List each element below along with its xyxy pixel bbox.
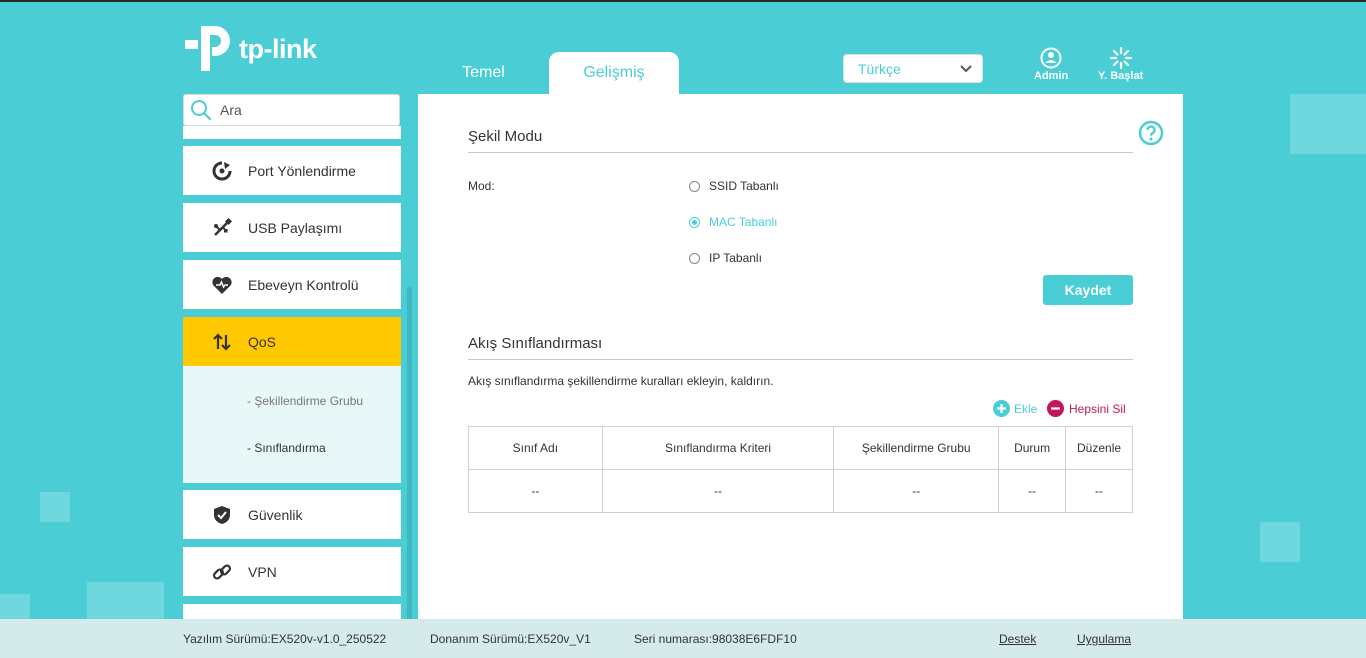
shield-icon (207, 505, 237, 525)
sidebar-subitem-shaping-group[interactable]: - Şekillendirme Grubu (247, 394, 363, 408)
qos-submenu: - Şekillendirme Grubu - Sınıflandırma (183, 366, 401, 483)
radio-ssid-based[interactable]: SSID Tabanlı (689, 179, 779, 193)
sidebar-item-label: USB Paylaşımı (248, 219, 343, 236)
heart-icon (207, 275, 237, 295)
classification-description: Akış sınıflandırma şekillendirme kuralla… (468, 374, 774, 388)
radio-ip-based[interactable]: IP Tabanlı (689, 251, 762, 265)
column-header-class-name: Sınıf Adı (468, 426, 603, 470)
usb-icon (207, 217, 237, 238)
tab-basic[interactable]: Temel (436, 52, 531, 94)
admin-button[interactable]: Admin (1034, 46, 1068, 82)
language-select[interactable]: Türkçe (843, 54, 983, 83)
app-link[interactable]: Uygulama (1077, 632, 1131, 646)
sidebar-item-label: Güvenlik (248, 506, 303, 523)
sidebar-item-partial (183, 126, 401, 139)
table-cell: -- (833, 469, 1000, 513)
divider (468, 152, 1133, 153)
radio-label: MAC Tabanlı (709, 215, 778, 229)
table-cell: -- (468, 469, 603, 513)
column-header-criteria: Sınıflandırma Kriteri (601, 426, 835, 470)
radio-label: IP Tabanlı (709, 251, 762, 265)
table-header-row: Sınıf Adı Sınıflandırma Kriteri Şekillen… (468, 426, 1133, 470)
sidebar: Port Yönlendirme USB Paylaşımı Ebeveyn K… (183, 126, 401, 658)
shape-mode-title: Şekil Modu (468, 128, 543, 145)
radio-label: SSID Tabanlı (709, 179, 779, 193)
sidebar-item-port-forwarding[interactable]: Port Yönlendirme (183, 146, 401, 195)
sidebar-item-label: QoS (248, 333, 277, 350)
footer: Yazılım Sürümü:EX520v-v1.0_250522 Donanı… (0, 619, 1366, 658)
search-input[interactable] (218, 101, 392, 119)
sidebar-item-security[interactable]: Güvenlik (183, 490, 401, 539)
port-forwarding-icon (207, 161, 237, 181)
main-panel: Şekil Modu Mod: SSID Tabanlı MAC Tabanlı… (418, 94, 1183, 658)
tp-link-logo[interactable]: tp-link (183, 24, 317, 74)
firmware-version: Yazılım Sürümü:EX520v-v1.0_250522 (183, 632, 387, 646)
sidebar-item-label: VPN (248, 563, 277, 580)
qos-arrows-icon (207, 332, 237, 352)
sidebar-item-usb-sharing[interactable]: USB Paylaşımı (183, 203, 401, 252)
radio-button[interactable] (689, 216, 700, 228)
reboot-button[interactable]: Y. Başlat (1098, 46, 1143, 82)
sidebar-item-parental-controls[interactable]: Ebeveyn Kontrolü (183, 260, 401, 309)
save-button[interactable]: Kaydet (1043, 275, 1133, 305)
sidebar-item-label: Port Yönlendirme (248, 162, 356, 179)
radio-button[interactable] (689, 180, 700, 192)
radio-mac-based[interactable]: MAC Tabanlı (689, 215, 777, 229)
sidebar-subitem-classification[interactable]: - Sınıflandırma (247, 441, 326, 455)
plus-circle-icon (993, 400, 1010, 417)
sidebar-item-label: Ebeveyn Kontrolü (248, 276, 359, 293)
serial-number: Seri numarası:98038E6FDF10 (634, 632, 797, 646)
chevron-down-icon (960, 64, 972, 72)
column-header-status: Durum (998, 426, 1067, 470)
tab-advanced[interactable]: Gelişmiş (549, 52, 679, 94)
radio-button[interactable] (689, 252, 700, 264)
tp-link-logo-icon (185, 26, 230, 71)
hardware-version: Donanım Sürümü:EX520v_V1 (430, 632, 591, 646)
delete-all-label: Hepsini Sil (1069, 401, 1126, 416)
sidebar-item-vpn[interactable]: VPN (183, 547, 401, 596)
search-icon[interactable] (190, 99, 212, 121)
table-cell: -- (998, 469, 1067, 513)
admin-label: Admin (1034, 70, 1069, 82)
table-cell: -- (1065, 469, 1133, 513)
classification-table: Sınıf Adı Sınıflandırma Kriteri Şekillen… (468, 426, 1133, 513)
mode-label: Mod: (468, 179, 495, 193)
link-icon (207, 562, 237, 582)
column-header-shaping-group: Şekillendirme Grubu (833, 426, 1000, 470)
reboot-label: Y. Başlat (1098, 70, 1144, 82)
delete-all-button[interactable]: Hepsini Sil (1047, 400, 1126, 417)
sidebar-scrollbar[interactable] (407, 287, 412, 627)
sidebar-item-qos[interactable]: QoS (183, 317, 401, 366)
search-box (183, 94, 400, 126)
language-select-value: Türkçe (858, 60, 901, 77)
add-label: Ekle (1014, 401, 1038, 416)
divider (468, 359, 1133, 360)
table-cell: -- (601, 469, 835, 513)
table-row: -- -- -- -- -- (468, 469, 1133, 513)
classification-title: Akış Sınıflandırması (468, 335, 603, 352)
add-button[interactable]: Ekle (993, 400, 1037, 417)
support-link[interactable]: Destek (999, 632, 1036, 646)
help-icon[interactable] (1138, 120, 1164, 146)
reboot-icon (1109, 46, 1132, 70)
minus-circle-icon (1047, 400, 1064, 417)
logo-text: tp-link (239, 33, 317, 64)
column-header-edit: Düzenle (1065, 426, 1133, 470)
admin-icon (1040, 47, 1062, 69)
